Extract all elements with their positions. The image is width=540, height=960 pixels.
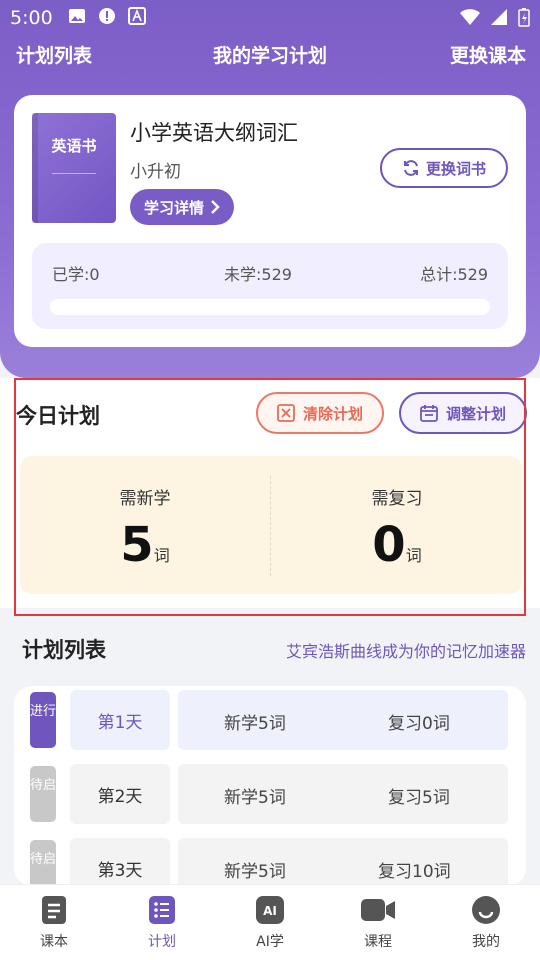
unlearned-count: 未学:529 bbox=[224, 265, 292, 284]
svg-text:AI: AI bbox=[263, 904, 277, 918]
status-badge: 待启 bbox=[30, 840, 56, 886]
tab-ai[interactable]: AI AI学 bbox=[230, 893, 310, 951]
plan-day: 第3天 bbox=[70, 838, 170, 886]
total-count: 总计:529 bbox=[420, 265, 488, 284]
swap-wordbook-button[interactable]: 更换词书 bbox=[380, 148, 508, 188]
book-card: 英语书 小学英语大纲词汇 小升初 学习详情 更换词书 已学:0 未学:529 总… bbox=[14, 95, 526, 347]
profile-icon bbox=[472, 896, 500, 924]
plan-list: 进行 第1天 新学5词 复习0词 待启 第2天 新学5词 复习5词 待启 第3天… bbox=[14, 686, 526, 886]
status-time: 5:00 bbox=[10, 7, 53, 29]
plan-new-words: 新学5词 bbox=[224, 714, 286, 734]
highlight-box bbox=[14, 378, 526, 616]
plan-day: 第1天 bbox=[70, 690, 170, 750]
book-title: 小学英语大纲词汇 bbox=[130, 121, 298, 145]
tab-textbook[interactable]: 课本 bbox=[14, 893, 94, 951]
plan-list-title: 计划列表 bbox=[22, 638, 106, 662]
text-icon bbox=[128, 7, 146, 25]
list-icon bbox=[149, 896, 175, 924]
wifi-icon bbox=[460, 9, 480, 25]
battery-icon bbox=[518, 8, 530, 27]
change-textbook-link[interactable]: 更换课本 bbox=[450, 41, 526, 68]
top-navigation: 计划列表 我的学习计划 更换课本 bbox=[0, 38, 540, 72]
plan-row[interactable]: 待启 第3天 新学5词 复习10词 bbox=[30, 838, 510, 886]
tab-profile[interactable]: 我的 bbox=[446, 893, 526, 951]
plan-review-words: 复习0词 bbox=[388, 714, 450, 734]
plan-new-words: 新学5词 bbox=[224, 788, 286, 808]
alert-icon bbox=[99, 8, 115, 24]
plan-day: 第2天 bbox=[70, 764, 170, 824]
image-icon bbox=[69, 9, 85, 23]
status-bar: 5:00 bbox=[0, 0, 540, 36]
status-badge: 待启 bbox=[30, 766, 56, 822]
plan-review-words: 复习5词 bbox=[388, 788, 450, 808]
status-badge: 进行 bbox=[30, 692, 56, 748]
plan-list-link[interactable]: 计划列表 bbox=[16, 41, 92, 68]
plan-list-subtitle: 艾宾浩斯曲线成为你的记忆加速器 bbox=[285, 642, 526, 661]
study-detail-button[interactable]: 学习详情 bbox=[130, 189, 235, 225]
progress-bar bbox=[50, 299, 490, 315]
chevron-right-icon bbox=[211, 200, 220, 214]
ai-icon: AI bbox=[256, 896, 284, 924]
book-cover-text: 英语书 bbox=[51, 137, 97, 155]
page-title: 我的学习计划 bbox=[212, 45, 327, 67]
plan-row[interactable]: 进行 第1天 新学5词 复习0词 bbox=[30, 690, 510, 750]
book-cover: 英语书 bbox=[32, 113, 116, 223]
learned-count: 已学:0 bbox=[52, 265, 100, 284]
tab-plan[interactable]: 计划 bbox=[122, 893, 202, 951]
plan-row[interactable]: 待启 第2天 新学5词 复习5词 bbox=[30, 764, 510, 824]
bottom-tab-bar: 课本 计划 AI AI学 课程 我的 bbox=[0, 884, 540, 960]
tab-course[interactable]: 课程 bbox=[338, 893, 418, 951]
plan-new-words: 新学5词 bbox=[224, 862, 286, 882]
book-level: 小升初 bbox=[130, 162, 181, 182]
refresh-icon bbox=[403, 160, 418, 176]
book-stats: 已学:0 未学:529 总计:529 bbox=[32, 243, 508, 329]
plan-review-words: 复习10词 bbox=[378, 862, 451, 882]
book-icon bbox=[42, 896, 66, 924]
video-icon bbox=[361, 899, 395, 921]
signal-icon bbox=[491, 9, 507, 25]
